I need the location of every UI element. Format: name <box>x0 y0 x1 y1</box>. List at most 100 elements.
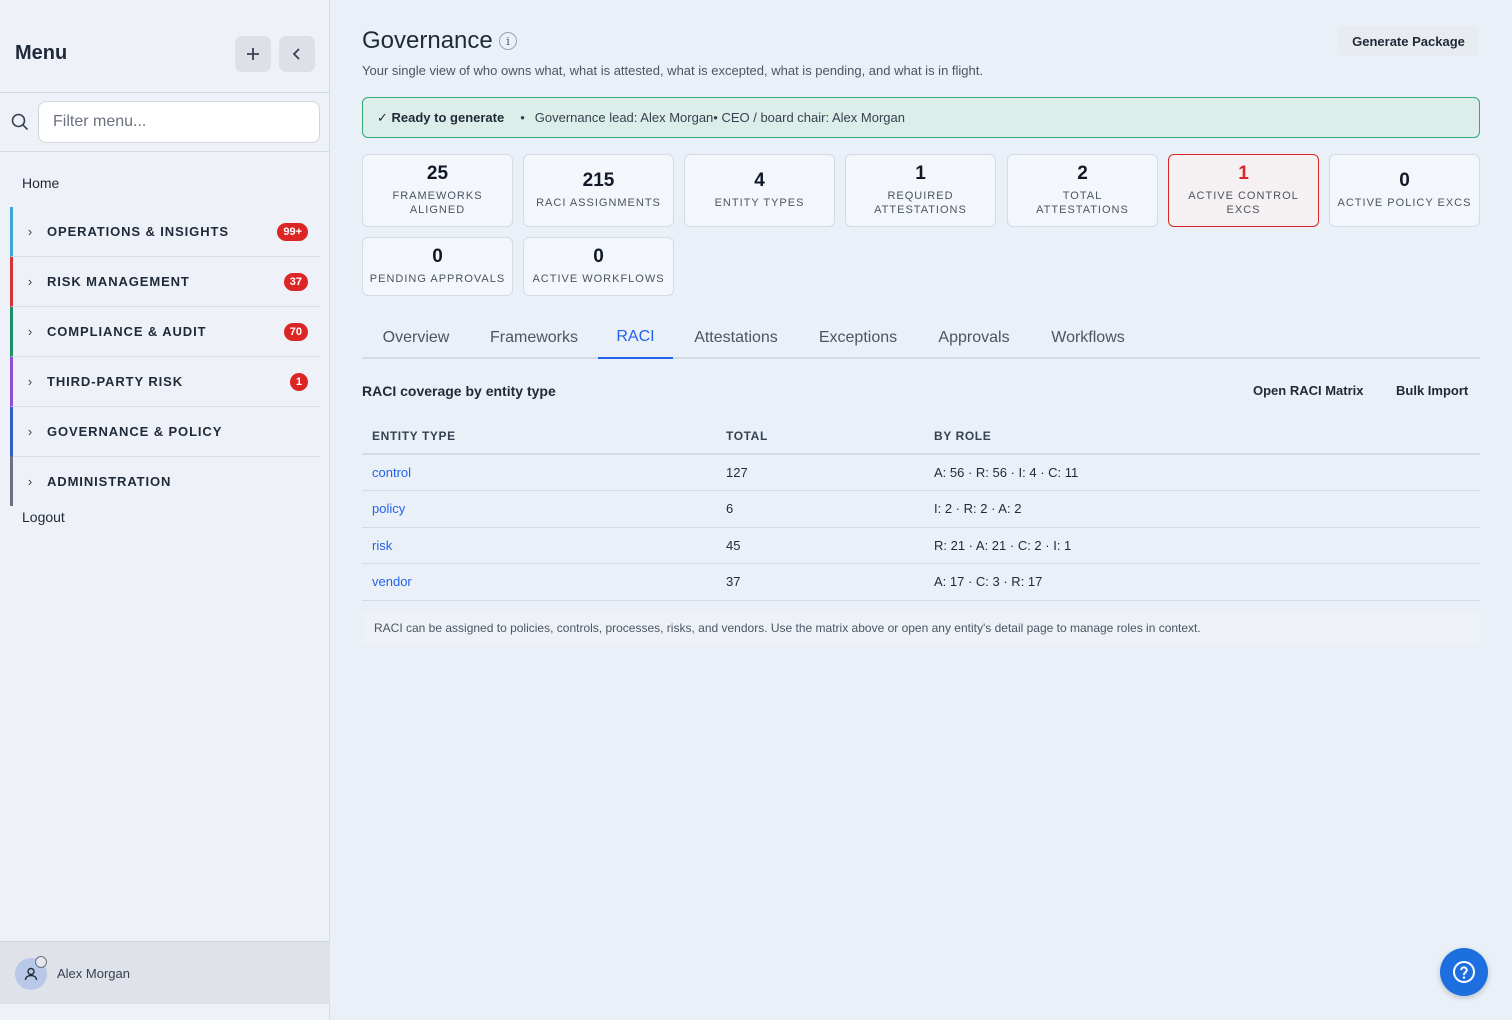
sidebar-group-risk-management[interactable]: › RISK MANAGEMENT 37 <box>10 257 320 307</box>
by-role-cell: I: 2 · R: 2 · A: 2 <box>924 490 1480 528</box>
stat-card-pending-approvals[interactable]: 0 PENDING APPROVALS <box>362 237 513 296</box>
tab-overview[interactable]: Overview <box>362 316 470 359</box>
stat-card-frameworks-aligned[interactable]: 25 FRAMEWORKS ALIGNED <box>362 154 513 227</box>
chevron-right-icon: › <box>27 274 33 289</box>
stat-label: FRAMEWORKS ALIGNED <box>392 190 483 216</box>
bulk-import-button[interactable]: Bulk Import <box>1396 383 1468 398</box>
column-header-entity-type: ENTITY TYPE <box>362 418 716 455</box>
open-raci-matrix-button[interactable]: Open RACI Matrix <box>1253 383 1364 398</box>
count-badge: 70 <box>283 322 308 341</box>
sidebar-title: Menu <box>15 42 68 64</box>
user-profile[interactable]: Alex Morgan <box>0 941 330 1004</box>
table-row: policy 6 I: 2 · R: 2 · A: 2 <box>362 490 1480 528</box>
chevron-right-icon: › <box>27 473 33 489</box>
sidebar-group-governance-policy[interactable]: › GOVERNANCE & POLICY <box>10 407 320 457</box>
total-cell: 127 <box>716 454 924 491</box>
tab-frameworks[interactable]: Frameworks <box>478 316 590 359</box>
chevron-right-icon: › <box>27 224 33 239</box>
generate-package-button[interactable]: Generate Package <box>1338 26 1479 56</box>
stat-card-active-control-excs[interactable]: 1 ACTIVE CONTROL EXCS <box>1168 154 1319 227</box>
sidebar-group-operations-insights[interactable]: › OPERATIONS & INSIGHTS 99+ <box>10 207 320 257</box>
stat-label: ACTIVE POLICY EXCS <box>1337 197 1472 209</box>
stat-label: ACTIVE WORKFLOWS <box>532 273 665 285</box>
add-button[interactable] <box>235 36 271 72</box>
stat-label: REQUIRED ATTESTATIONS <box>874 190 967 216</box>
table-row: control 127 A: 56 · R: 56 · I: 4 · C: 11 <box>362 454 1480 491</box>
column-header-by-role: BY ROLE <box>924 418 1480 455</box>
stat-value: 1 <box>1238 163 1249 184</box>
chevron-right-icon: › <box>27 374 33 389</box>
stat-card-total-attestations[interactable]: 2 TOTAL ATTESTATIONS <box>1007 154 1158 227</box>
sidebar-item-home[interactable]: Home <box>22 175 59 191</box>
tab-raci[interactable]: RACI <box>598 316 673 359</box>
tab-bar: Overview Frameworks RACI Attestations Ex… <box>362 316 1480 359</box>
by-role-cell: R: 21 · A: 21 · C: 2 · I: 1 <box>924 527 1480 564</box>
chevron-right-icon: › <box>27 424 33 439</box>
table-header-row: ENTITY TYPE TOTAL BY ROLE <box>362 418 1480 455</box>
sidebar-group-administration[interactable]: › ADMINISTRATION <box>10 456 320 506</box>
entity-link[interactable]: policy <box>362 490 716 528</box>
chevron-left-icon <box>292 48 300 60</box>
stat-value: 215 <box>582 170 615 191</box>
stat-label: RACI ASSIGNMENTS <box>536 197 661 209</box>
stat-card-entity-types[interactable]: 4 ENTITY TYPES <box>684 154 835 227</box>
tab-attestations[interactable]: Attestations <box>682 316 790 359</box>
count-badge: 1 <box>289 372 308 391</box>
stat-value: 2 <box>1077 163 1088 184</box>
collapse-sidebar-button[interactable] <box>279 36 315 72</box>
user-name: Alex Morgan <box>57 966 130 981</box>
help-button[interactable] <box>1440 948 1488 996</box>
stat-value: 25 <box>426 163 449 184</box>
tab-exceptions[interactable]: Exceptions <box>806 316 910 359</box>
stat-value: 0 <box>1399 170 1410 191</box>
logout-link[interactable]: Logout <box>22 509 65 525</box>
stat-card-required-attestations[interactable]: 1 REQUIRED ATTESTATIONS <box>845 154 996 227</box>
stat-value: 0 <box>432 246 443 267</box>
stat-card-raci-assignments[interactable]: 215 RACI ASSIGNMENTS <box>523 154 674 227</box>
stat-value: 1 <box>915 163 926 184</box>
entity-link[interactable]: vendor <box>362 563 716 601</box>
sidebar: Menu Home › OPERATIONS & INSIGHTS 99+ › … <box>0 0 330 1020</box>
filter-menu-input[interactable] <box>38 101 320 143</box>
count-badge: 99+ <box>277 222 308 241</box>
ready-status: ✓ Ready to generate <box>377 109 505 125</box>
total-cell: 37 <box>716 563 924 601</box>
raci-table: ENTITY TYPE TOTAL BY ROLE control 127 A:… <box>362 418 1480 601</box>
count-badge: 37 <box>283 272 308 291</box>
entity-link[interactable]: control <box>362 454 716 491</box>
user-icon <box>24 967 38 981</box>
settings-dot-icon <box>35 956 47 968</box>
entity-link[interactable]: risk <box>362 527 716 564</box>
ceo-board-chair: • CEO / board chair: Alex Morgan <box>713 110 905 125</box>
raci-note: RACI can be assigned to policies, contro… <box>362 611 1480 645</box>
stat-card-active-workflows[interactable]: 0 ACTIVE WORKFLOWS <box>523 237 674 296</box>
sidebar-group-label: OPERATIONS & INSIGHTS <box>47 224 229 239</box>
sidebar-group-compliance-audit[interactable]: › COMPLIANCE & AUDIT 70 <box>10 307 320 357</box>
table-row: vendor 37 A: 17 · C: 3 · R: 17 <box>362 563 1480 601</box>
stat-label: PENDING APPROVALS <box>369 273 506 285</box>
by-role-cell: A: 56 · R: 56 · I: 4 · C: 11 <box>924 454 1480 491</box>
stat-value: 4 <box>754 170 765 191</box>
table-row: risk 45 R: 21 · A: 21 · C: 2 · I: 1 <box>362 527 1480 564</box>
ready-banner: ✓ Ready to generate • Governance lead: A… <box>362 97 1480 138</box>
sidebar-group-label: THIRD-PARTY RISK <box>47 374 183 389</box>
total-cell: 45 <box>716 527 924 564</box>
bullet-separator: • <box>520 110 525 125</box>
plus-icon <box>247 48 259 60</box>
tab-approvals[interactable]: Approvals <box>926 316 1022 359</box>
stat-card-active-policy-excs[interactable]: 0 ACTIVE POLICY EXCS <box>1329 154 1480 227</box>
sidebar-header: Menu <box>0 0 330 93</box>
governance-lead: Governance lead: Alex Morgan <box>534 110 714 125</box>
question-circle-icon <box>1453 961 1475 983</box>
by-role-cell: A: 17 · C: 3 · R: 17 <box>924 563 1480 601</box>
stat-label: TOTAL ATTESTATIONS <box>1036 190 1129 216</box>
section-title: RACI coverage by entity type <box>362 383 556 399</box>
tab-workflows[interactable]: Workflows <box>1038 316 1138 359</box>
search-icon <box>11 113 29 131</box>
info-icon[interactable]: i <box>499 32 517 50</box>
chevron-right-icon: › <box>27 324 33 339</box>
column-header-total: TOTAL <box>716 418 924 455</box>
stat-value: 0 <box>593 246 604 267</box>
sidebar-group-third-party-risk[interactable]: › THIRD-PARTY RISK 1 <box>10 357 320 407</box>
total-cell: 6 <box>716 490 924 528</box>
